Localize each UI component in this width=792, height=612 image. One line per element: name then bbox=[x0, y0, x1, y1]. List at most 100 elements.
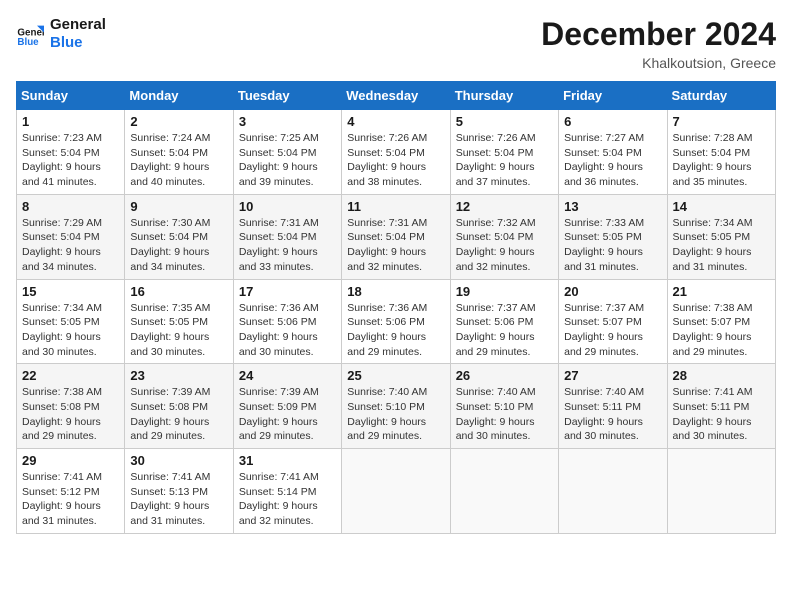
page-subtitle: Khalkoutsion, Greece bbox=[541, 55, 776, 71]
calendar-day-cell: 26 Sunrise: 7:40 AMSunset: 5:10 PMDayligh… bbox=[450, 364, 558, 449]
calendar-day-cell: 9 Sunrise: 7:30 AMSunset: 5:04 PMDaylight… bbox=[125, 194, 233, 279]
day-info: Sunrise: 7:34 AMSunset: 5:05 PMDaylight:… bbox=[22, 301, 119, 360]
calendar-day-cell: 27Sunrise: 7:40 AMSunset: 5:11 PMDayligh… bbox=[559, 364, 667, 449]
day-number: 18 bbox=[347, 284, 444, 299]
calendar-header-row: SundayMondayTuesdayWednesdayThursdayFrid… bbox=[17, 82, 776, 110]
calendar-day-cell: 7Sunrise: 7:28 AMSunset: 5:04 PMDaylight… bbox=[667, 110, 775, 195]
day-info: Sunrise: 7:40 AMSunset: 5:10 PMDaylight:… bbox=[347, 385, 444, 444]
day-info: Sunrise: 7:26 AMSunset: 5:04 PMDaylight:… bbox=[347, 131, 444, 190]
calendar-day-cell: 30 Sunrise: 7:41 AMSunset: 5:13 PMDayligh… bbox=[125, 449, 233, 534]
calendar-day-cell: 1Sunrise: 7:23 AMSunset: 5:04 PMDaylight… bbox=[17, 110, 125, 195]
day-number: 17 bbox=[239, 284, 336, 299]
calendar-day-header: Tuesday bbox=[233, 82, 341, 110]
calendar-day-header: Friday bbox=[559, 82, 667, 110]
calendar-day-cell: 12 Sunrise: 7:32 AMSunset: 5:04 PMDayligh… bbox=[450, 194, 558, 279]
day-number: 30 bbox=[130, 453, 227, 468]
day-info: Sunrise: 7:39 AMSunset: 5:09 PMDaylight:… bbox=[239, 385, 336, 444]
day-number: 27 bbox=[564, 368, 661, 383]
calendar-week-row: 29 Sunrise: 7:41 AMSunset: 5:12 PMDayligh… bbox=[17, 449, 776, 534]
day-number: 31 bbox=[239, 453, 336, 468]
calendar-day-cell: 29 Sunrise: 7:41 AMSunset: 5:12 PMDayligh… bbox=[17, 449, 125, 534]
svg-text:Blue: Blue bbox=[17, 37, 39, 48]
calendar-day-cell: 23 Sunrise: 7:39 AMSunset: 5:08 PMDayligh… bbox=[125, 364, 233, 449]
day-number: 23 bbox=[130, 368, 227, 383]
logo-line2: Blue bbox=[50, 34, 106, 52]
calendar-day-cell: 17 Sunrise: 7:36 AMSunset: 5:06 PMDayligh… bbox=[233, 279, 341, 364]
day-info: Sunrise: 7:32 AMSunset: 5:04 PMDaylight:… bbox=[456, 216, 553, 275]
day-info: Sunrise: 7:27 AMSunset: 5:04 PMDaylight:… bbox=[564, 131, 661, 190]
calendar-table: SundayMondayTuesdayWednesdayThursdayFrid… bbox=[16, 81, 776, 534]
logo-line1: General bbox=[50, 16, 106, 34]
calendar-day-cell: 18 Sunrise: 7:36 AMSunset: 5:06 PMDayligh… bbox=[342, 279, 450, 364]
page-header: General Blue General Blue December 2024 … bbox=[16, 16, 776, 71]
day-number: 16 bbox=[130, 284, 227, 299]
day-number: 28 bbox=[673, 368, 770, 383]
day-number: 22 bbox=[22, 368, 119, 383]
logo: General Blue General Blue bbox=[16, 16, 106, 52]
calendar-week-row: 8 Sunrise: 7:29 AMSunset: 5:04 PMDaylight… bbox=[17, 194, 776, 279]
calendar-day-cell: 13 Sunrise: 7:33 AMSunset: 5:05 PMDayligh… bbox=[559, 194, 667, 279]
calendar-day-cell bbox=[342, 449, 450, 534]
calendar-day-cell: 3 Sunrise: 7:25 AMSunset: 5:04 PMDaylight… bbox=[233, 110, 341, 195]
calendar-day-header: Saturday bbox=[667, 82, 775, 110]
day-number: 8 bbox=[22, 199, 119, 214]
day-number: 11 bbox=[347, 199, 444, 214]
day-info: Sunrise: 7:29 AMSunset: 5:04 PMDaylight:… bbox=[22, 216, 119, 275]
day-info: Sunrise: 7:35 AMSunset: 5:05 PMDaylight:… bbox=[130, 301, 227, 360]
calendar-day-cell: 2Sunrise: 7:24 AMSunset: 5:04 PMDaylight… bbox=[125, 110, 233, 195]
calendar-week-row: 15 Sunrise: 7:34 AMSunset: 5:05 PMDayligh… bbox=[17, 279, 776, 364]
calendar-week-row: 1Sunrise: 7:23 AMSunset: 5:04 PMDaylight… bbox=[17, 110, 776, 195]
day-number: 4 bbox=[347, 114, 444, 129]
day-info: Sunrise: 7:37 AMSunset: 5:06 PMDaylight:… bbox=[456, 301, 553, 360]
day-info: Sunrise: 7:41 AMSunset: 5:13 PMDaylight:… bbox=[130, 470, 227, 529]
calendar-day-cell bbox=[559, 449, 667, 534]
day-number: 6 bbox=[564, 114, 661, 129]
calendar-day-cell: 6 Sunrise: 7:27 AMSunset: 5:04 PMDaylight… bbox=[559, 110, 667, 195]
calendar-day-header: Monday bbox=[125, 82, 233, 110]
day-info: Sunrise: 7:33 AMSunset: 5:05 PMDaylight:… bbox=[564, 216, 661, 275]
day-info: Sunrise: 7:41 AMSunset: 5:11 PMDaylight:… bbox=[673, 385, 770, 444]
logo-icon: General Blue bbox=[16, 20, 44, 48]
day-number: 20 bbox=[564, 284, 661, 299]
calendar-day-cell: 22Sunrise: 7:38 AMSunset: 5:08 PMDayligh… bbox=[17, 364, 125, 449]
day-number: 9 bbox=[130, 199, 227, 214]
calendar-day-cell: 8 Sunrise: 7:29 AMSunset: 5:04 PMDaylight… bbox=[17, 194, 125, 279]
day-number: 21 bbox=[673, 284, 770, 299]
day-number: 24 bbox=[239, 368, 336, 383]
day-number: 29 bbox=[22, 453, 119, 468]
day-number: 13 bbox=[564, 199, 661, 214]
day-info: Sunrise: 7:41 AMSunset: 5:12 PMDaylight:… bbox=[22, 470, 119, 529]
day-info: Sunrise: 7:31 AMSunset: 5:04 PMDaylight:… bbox=[239, 216, 336, 275]
day-number: 10 bbox=[239, 199, 336, 214]
day-info: Sunrise: 7:23 AMSunset: 5:04 PMDaylight:… bbox=[22, 131, 119, 190]
day-number: 26 bbox=[456, 368, 553, 383]
day-info: Sunrise: 7:36 AMSunset: 5:06 PMDaylight:… bbox=[239, 301, 336, 360]
day-info: Sunrise: 7:40 AMSunset: 5:10 PMDaylight:… bbox=[456, 385, 553, 444]
day-number: 14 bbox=[673, 199, 770, 214]
day-info: Sunrise: 7:28 AMSunset: 5:04 PMDaylight:… bbox=[673, 131, 770, 190]
calendar-day-cell: 16 Sunrise: 7:35 AMSunset: 5:05 PMDayligh… bbox=[125, 279, 233, 364]
day-number: 25 bbox=[347, 368, 444, 383]
day-number: 5 bbox=[456, 114, 553, 129]
day-number: 2 bbox=[130, 114, 227, 129]
day-info: Sunrise: 7:36 AMSunset: 5:06 PMDaylight:… bbox=[347, 301, 444, 360]
day-info: Sunrise: 7:26 AMSunset: 5:04 PMDaylight:… bbox=[456, 131, 553, 190]
day-number: 15 bbox=[22, 284, 119, 299]
day-info: Sunrise: 7:31 AMSunset: 5:04 PMDaylight:… bbox=[347, 216, 444, 275]
day-info: Sunrise: 7:39 AMSunset: 5:08 PMDaylight:… bbox=[130, 385, 227, 444]
calendar-day-cell: 20 Sunrise: 7:37 AMSunset: 5:07 PMDayligh… bbox=[559, 279, 667, 364]
day-info: Sunrise: 7:37 AMSunset: 5:07 PMDaylight:… bbox=[564, 301, 661, 360]
calendar-week-row: 22Sunrise: 7:38 AMSunset: 5:08 PMDayligh… bbox=[17, 364, 776, 449]
calendar-day-cell bbox=[667, 449, 775, 534]
calendar-day-header: Wednesday bbox=[342, 82, 450, 110]
day-info: Sunrise: 7:25 AMSunset: 5:04 PMDaylight:… bbox=[239, 131, 336, 190]
calendar-day-cell: 15 Sunrise: 7:34 AMSunset: 5:05 PMDayligh… bbox=[17, 279, 125, 364]
calendar-day-cell: 31Sunrise: 7:41 AMSunset: 5:14 PMDayligh… bbox=[233, 449, 341, 534]
title-section: December 2024 Khalkoutsion, Greece bbox=[541, 16, 776, 71]
calendar-day-cell: 19Sunrise: 7:37 AMSunset: 5:06 PMDayligh… bbox=[450, 279, 558, 364]
page-title: December 2024 bbox=[541, 16, 776, 53]
day-info: Sunrise: 7:30 AMSunset: 5:04 PMDaylight:… bbox=[130, 216, 227, 275]
day-number: 3 bbox=[239, 114, 336, 129]
day-number: 12 bbox=[456, 199, 553, 214]
calendar-day-cell bbox=[450, 449, 558, 534]
